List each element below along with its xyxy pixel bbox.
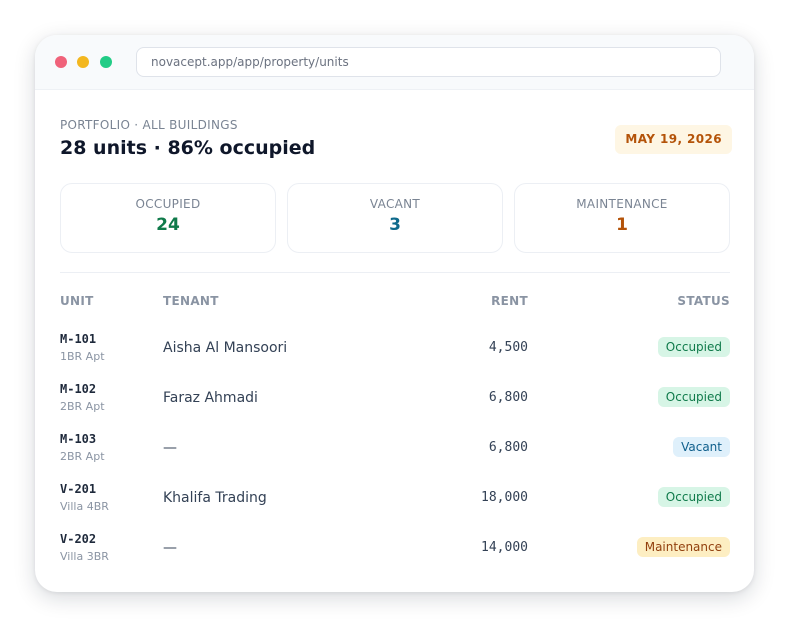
column-header-tenant[interactable]: TENANT <box>163 294 219 308</box>
stat-card-maintenance: MAINTENANCE 1 <box>514 183 730 253</box>
stat-value: 24 <box>156 215 180 235</box>
status-badge: Vacant <box>673 437 730 457</box>
stat-card-vacant: VACANT 3 <box>287 183 503 253</box>
tenant-name: Faraz Ahmadi <box>163 390 258 406</box>
unit-code: V-201 <box>60 482 97 496</box>
close-window-button[interactable] <box>55 56 67 68</box>
status-badge: Occupied <box>657 387 730 407</box>
date-badge: MAY 19, 2026 <box>615 125 732 154</box>
unit-code: V-202 <box>60 532 97 546</box>
unit-type: 2BR Apt <box>60 400 105 413</box>
tenant-name: Khalifa Trading <box>163 490 267 506</box>
unit-code: M-103 <box>60 432 97 446</box>
page-title: 28 units · 86% occupied <box>60 137 316 159</box>
unit-type: Villa 3BR <box>60 550 109 563</box>
minimize-window-button[interactable] <box>77 56 89 68</box>
divider <box>60 272 730 273</box>
status-badge: Occupied <box>657 487 730 507</box>
unit-type: 2BR Apt <box>60 450 105 463</box>
status-badge: Occupied <box>657 337 730 357</box>
rent-amount: 4,500 <box>488 340 528 355</box>
unit-code: M-101 <box>60 332 97 346</box>
table-row[interactable]: M-102 2BR Apt Faraz Ahmadi 6,800 Occupie… <box>60 370 730 420</box>
stat-value: 3 <box>389 215 401 235</box>
stat-label: MAINTENANCE <box>576 197 668 211</box>
table-row[interactable]: M-101 1BR Apt Aisha Al Mansoori 4,500 Oc… <box>60 320 730 370</box>
table-row[interactable]: V-201 Villa 4BR Khalifa Trading 18,000 O… <box>60 470 730 520</box>
maximize-window-button[interactable] <box>100 56 112 68</box>
unit-type: Villa 4BR <box>60 500 109 513</box>
column-header-unit[interactable]: UNIT <box>60 294 94 308</box>
address-bar[interactable]: novacept.app/app/property/units <box>136 47 721 77</box>
unit-type: 1BR Apt <box>60 350 105 363</box>
tenant-name: — <box>163 440 177 456</box>
table-row[interactable]: M-103 2BR Apt — 6,800 Vacant <box>60 420 730 470</box>
rent-amount: 18,000 <box>481 490 528 505</box>
column-header-rent[interactable]: RENT <box>491 294 528 308</box>
table-row[interactable]: V-202 Villa 3BR — 14,000 Maintenance <box>60 520 730 570</box>
stat-card-occupied: OCCUPIED 24 <box>60 183 276 253</box>
tenant-name: Aisha Al Mansoori <box>163 340 288 356</box>
unit-code: M-102 <box>60 382 97 396</box>
rent-amount: 14,000 <box>481 540 528 555</box>
units-table-body: M-101 1BR Apt Aisha Al Mansoori 4,500 Oc… <box>60 320 730 570</box>
browser-titlebar: novacept.app/app/property/units <box>35 35 754 90</box>
rent-amount: 6,800 <box>488 440 528 455</box>
tenant-name: — <box>163 540 177 556</box>
breadcrumb: PORTFOLIO · ALL BUILDINGS <box>60 118 238 132</box>
column-header-status[interactable]: STATUS <box>677 294 730 308</box>
stat-label: VACANT <box>369 197 421 211</box>
stat-label: OCCUPIED <box>135 197 201 211</box>
browser-window: novacept.app/app/property/units PORTFOLI… <box>35 35 754 592</box>
status-badge: Maintenance <box>636 537 730 557</box>
stats-row: OCCUPIED 24 VACANT 3 MAINTENANCE 1 <box>60 183 730 253</box>
rent-amount: 6,800 <box>488 390 528 405</box>
stat-value: 1 <box>616 215 628 235</box>
